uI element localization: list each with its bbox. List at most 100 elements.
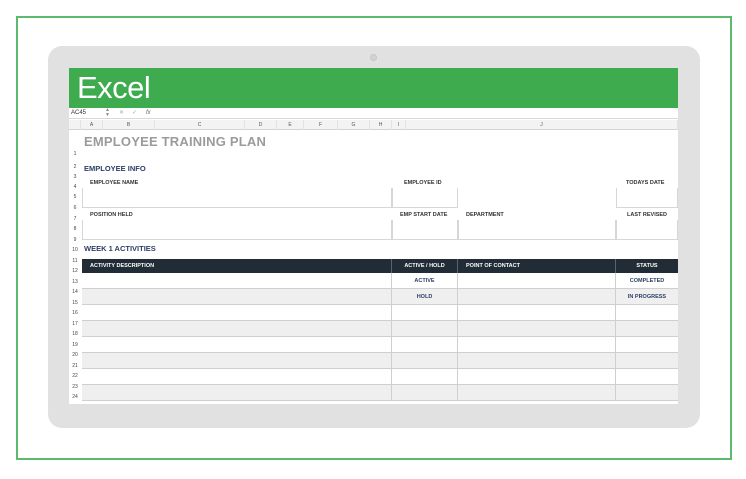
active-hold-cell[interactable] bbox=[392, 385, 458, 401]
todays-date-label: TODAYS DATE bbox=[626, 180, 665, 186]
point-of-contact-cell[interactable] bbox=[458, 273, 616, 289]
column-header-c[interactable]: C bbox=[155, 120, 245, 130]
last-revised-field[interactable] bbox=[616, 220, 678, 240]
row-number[interactable]: 1 bbox=[69, 151, 81, 157]
position-held-label: POSITION HELD bbox=[90, 212, 133, 218]
row-number[interactable]: 14 bbox=[69, 289, 81, 295]
column-header-f[interactable]: F bbox=[304, 120, 338, 130]
row-number[interactable]: 11 bbox=[69, 258, 81, 264]
active-hold-cell[interactable] bbox=[392, 337, 458, 353]
active-hold-cell[interactable]: ACTIVE bbox=[392, 273, 458, 289]
activity-description-cell[interactable] bbox=[82, 321, 392, 337]
status-cell[interactable] bbox=[616, 305, 678, 321]
column-header-e[interactable]: E bbox=[277, 120, 304, 130]
point-of-contact-cell[interactable] bbox=[458, 289, 616, 305]
column-header-d[interactable]: D bbox=[245, 120, 277, 130]
status-cell[interactable] bbox=[616, 337, 678, 353]
employee-id-label: EMPLOYEE ID bbox=[404, 180, 442, 186]
row-number[interactable]: 6 bbox=[69, 205, 81, 211]
activity-description-cell[interactable] bbox=[82, 353, 392, 369]
active-hold-cell[interactable]: HOLD bbox=[392, 289, 458, 305]
active-hold-cell[interactable] bbox=[392, 353, 458, 369]
ribbon: Excel bbox=[69, 68, 678, 108]
active-hold-header: ACTIVE / HOLD bbox=[392, 259, 458, 273]
department-field[interactable] bbox=[458, 220, 616, 240]
row-number[interactable]: 9 bbox=[69, 237, 81, 243]
point-of-contact-cell[interactable] bbox=[458, 353, 616, 369]
status-cell[interactable]: IN PROGRESS bbox=[616, 289, 678, 305]
status-cell[interactable] bbox=[616, 385, 678, 401]
point-of-contact-cell[interactable] bbox=[458, 321, 616, 337]
row-number[interactable]: 18 bbox=[69, 331, 81, 337]
activity-description-cell[interactable] bbox=[82, 305, 392, 321]
row-number[interactable]: 20 bbox=[69, 352, 81, 358]
table-row bbox=[82, 369, 678, 385]
column-header-g[interactable]: G bbox=[338, 120, 370, 130]
activity-description-header: ACTIVITY DESCRIPTION bbox=[82, 259, 392, 273]
confirm-icon[interactable]: ✓ bbox=[132, 109, 137, 118]
point-of-contact-cell[interactable] bbox=[458, 385, 616, 401]
table-row: ACTIVE COMPLETED bbox=[82, 273, 678, 289]
formula-bar: AC45 ▲ ▼ ✕ ✓ fx bbox=[69, 108, 678, 119]
position-held-field[interactable] bbox=[82, 220, 392, 240]
column-header-i[interactable]: I bbox=[392, 120, 406, 130]
activity-description-cell[interactable] bbox=[82, 337, 392, 353]
active-hold-cell[interactable] bbox=[392, 305, 458, 321]
table-row bbox=[82, 337, 678, 353]
excel-window: Excel AC45 ▲ ▼ ✕ ✓ fx A B C D E F G H I J… bbox=[69, 68, 678, 404]
activity-description-cell[interactable] bbox=[82, 385, 392, 401]
column-header-a[interactable]: A bbox=[81, 120, 103, 130]
row-number[interactable]: 8 bbox=[69, 226, 81, 232]
active-hold-cell[interactable] bbox=[392, 369, 458, 385]
row-number[interactable]: 24 bbox=[69, 394, 81, 400]
table-row bbox=[82, 305, 678, 321]
column-header-b[interactable]: B bbox=[103, 120, 155, 130]
camera-icon bbox=[370, 54, 377, 61]
emp-start-date-label: EMP START DATE bbox=[400, 212, 448, 218]
todays-date-field[interactable] bbox=[616, 188, 678, 208]
row-number[interactable]: 21 bbox=[69, 363, 81, 369]
employee-info-heading: EMPLOYEE INFO bbox=[84, 164, 146, 173]
cancel-icon[interactable]: ✕ bbox=[119, 109, 124, 118]
row-number[interactable]: 2 bbox=[69, 164, 81, 170]
activity-description-cell[interactable] bbox=[82, 289, 392, 305]
week1-activities-heading: WEEK 1 ACTIVITIES bbox=[84, 244, 156, 253]
activity-description-cell[interactable] bbox=[82, 369, 392, 385]
row-number[interactable]: 5 bbox=[69, 194, 81, 200]
table-row: HOLD IN PROGRESS bbox=[82, 289, 678, 305]
point-of-contact-cell[interactable] bbox=[458, 369, 616, 385]
employee-name-field[interactable] bbox=[82, 188, 392, 208]
row-number[interactable]: 12 bbox=[69, 268, 81, 274]
point-of-contact-header: POINT OF CONTACT bbox=[458, 259, 616, 273]
row-number[interactable]: 13 bbox=[69, 279, 81, 285]
column-headers: A B C D E F G H I J bbox=[69, 120, 678, 130]
function-icon[interactable]: fx bbox=[146, 109, 151, 118]
status-cell[interactable]: COMPLETED bbox=[616, 273, 678, 289]
table-row bbox=[82, 321, 678, 337]
point-of-contact-cell[interactable] bbox=[458, 337, 616, 353]
row-number[interactable]: 17 bbox=[69, 321, 81, 327]
status-cell[interactable] bbox=[616, 369, 678, 385]
row-number[interactable]: 3 bbox=[69, 174, 81, 180]
point-of-contact-cell[interactable] bbox=[458, 305, 616, 321]
employee-id-field[interactable] bbox=[392, 188, 458, 208]
row-number[interactable]: 4 bbox=[69, 184, 81, 190]
row-number[interactable]: 23 bbox=[69, 384, 81, 390]
status-cell[interactable] bbox=[616, 353, 678, 369]
select-all-corner[interactable] bbox=[69, 120, 81, 130]
row-number[interactable]: 19 bbox=[69, 342, 81, 348]
namebox-spinner-icon[interactable]: ▲ ▼ bbox=[105, 108, 110, 118]
emp-start-date-field[interactable] bbox=[392, 220, 458, 240]
row-number[interactable]: 10 bbox=[69, 247, 81, 253]
activity-description-cell[interactable] bbox=[82, 273, 392, 289]
employee-name-label: EMPLOYEE NAME bbox=[90, 180, 139, 186]
column-header-h[interactable]: H bbox=[370, 120, 392, 130]
status-cell[interactable] bbox=[616, 321, 678, 337]
active-hold-cell[interactable] bbox=[392, 321, 458, 337]
row-number[interactable]: 22 bbox=[69, 373, 81, 379]
row-number[interactable]: 16 bbox=[69, 310, 81, 316]
row-number[interactable]: 7 bbox=[69, 216, 81, 222]
sheet-title: EMPLOYEE TRAINING PLAN bbox=[84, 134, 267, 149]
row-number[interactable]: 15 bbox=[69, 300, 81, 306]
column-header-j[interactable]: J bbox=[406, 120, 678, 130]
